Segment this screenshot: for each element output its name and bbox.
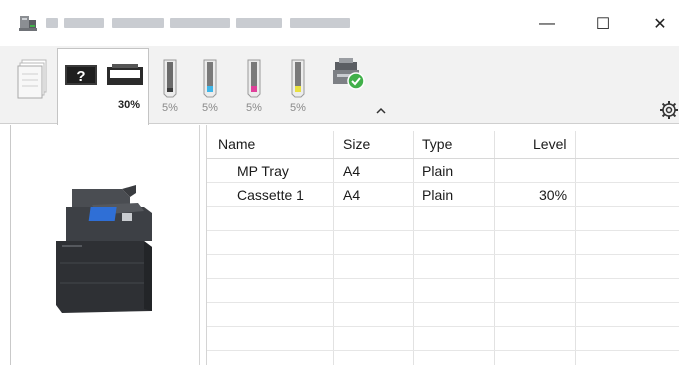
toner-cartridge-icon [163, 59, 177, 98]
tab-paper[interactable]: ? 30% [57, 48, 149, 125]
table-row[interactable]: Cassette 1 A4 Plain 30% [207, 183, 679, 207]
toner-black-percent: 5% [162, 102, 178, 114]
maximize-button[interactable]: ☐ [583, 10, 623, 38]
row-type: Plain [422, 187, 454, 203]
row-size: A4 [343, 187, 361, 203]
empty-row [207, 207, 679, 231]
empty-row [207, 327, 679, 351]
pane-splitter[interactable] [199, 125, 207, 365]
close-icon: ✕ [653, 16, 667, 33]
column-header-level[interactable]: Level [533, 131, 566, 155]
row-type: Plain [422, 163, 454, 179]
row-name: Cassette 1 [237, 187, 304, 203]
paper-level-percent: 30% [117, 99, 140, 111]
window-title-redacted [64, 18, 104, 28]
close-button[interactable]: ✕ [640, 10, 679, 38]
toner-levels: 5% 5% 5% 5% [153, 48, 323, 122]
table-header: Name Size Type Level [207, 131, 679, 159]
column-header-name[interactable]: Name [218, 131, 255, 155]
toner-yellow[interactable]: 5% [281, 58, 315, 124]
column-header-size[interactable]: Size [343, 131, 370, 155]
column-header-type[interactable]: Type [422, 131, 452, 155]
tab-device-status[interactable] [327, 48, 371, 122]
unknown-status-icon: ? [65, 65, 97, 85]
printer-app-icon [18, 14, 38, 32]
empty-row [207, 303, 679, 327]
gear-icon[interactable] [659, 100, 679, 120]
tab-jobs[interactable] [14, 48, 54, 122]
device-ok-icon [333, 58, 365, 90]
row-name: MP Tray [237, 163, 289, 179]
toner-cartridge-icon [247, 59, 261, 98]
toner-magenta[interactable]: 5% [237, 58, 271, 124]
chevron-up-icon [376, 107, 386, 114]
row-level: 30% [539, 187, 568, 203]
table-row[interactable]: MP Tray A4 Plain [207, 159, 679, 183]
minimize-icon: — [539, 15, 555, 32]
empty-row [207, 255, 679, 279]
minimize-button[interactable]: — [527, 10, 567, 38]
window-title-redacted [46, 18, 58, 28]
window-title-redacted [170, 18, 230, 28]
paper-sources-table: Name Size Type Level MP Tray A4 Plain Ca… [207, 125, 679, 365]
collapse-toolbar-button[interactable] [376, 107, 386, 117]
paper-tray-icon [107, 64, 143, 85]
toner-cartridge-icon [291, 59, 305, 98]
toner-black[interactable]: 5% [153, 58, 187, 124]
toner-cyan-percent: 5% [202, 102, 218, 114]
toner-yellow-percent: 5% [290, 102, 306, 114]
window-title-redacted [290, 18, 350, 28]
row-size: A4 [343, 163, 361, 179]
empty-row [207, 279, 679, 303]
toner-cartridge-icon [203, 59, 217, 98]
empty-row [207, 231, 679, 255]
toner-cyan[interactable]: 5% [193, 58, 227, 124]
maximize-icon: ☐ [595, 16, 611, 33]
window-title-redacted [112, 18, 164, 28]
title-bar: — ☐ ✕ [0, 0, 679, 46]
window-title-redacted [236, 18, 282, 28]
status-toolbar: ? 30% 5% 5% 5% 5% [0, 46, 679, 125]
svg-text:?: ? [76, 68, 85, 85]
pages-stack-icon [17, 59, 47, 99]
toner-magenta-percent: 5% [246, 102, 262, 114]
printer-device-image [56, 185, 152, 313]
